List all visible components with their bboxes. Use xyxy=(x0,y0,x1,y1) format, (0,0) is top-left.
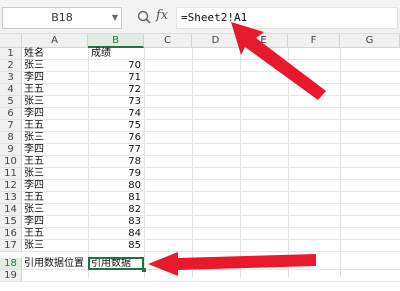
row-header[interactable]: 10 xyxy=(0,156,22,168)
gridline xyxy=(22,143,400,144)
cell-b6[interactable]: 74 xyxy=(89,108,141,120)
row-header[interactable]: 9 xyxy=(0,144,22,156)
cell-b15[interactable]: 83 xyxy=(89,216,141,228)
gridline xyxy=(22,203,400,204)
cell-b4[interactable]: 72 xyxy=(89,84,141,96)
col-header-a[interactable]: A xyxy=(22,34,88,48)
cell-a2[interactable]: 张三 xyxy=(24,60,44,72)
gridline xyxy=(22,83,400,84)
row-header[interactable]: 17 xyxy=(0,240,22,252)
row-header[interactable]: 6 xyxy=(0,108,22,120)
cell-b12[interactable]: 80 xyxy=(89,180,141,192)
gridline xyxy=(22,227,400,228)
row-header[interactable]: 7 xyxy=(0,120,22,132)
gridline xyxy=(22,215,400,216)
row-header[interactable]: 8 xyxy=(0,132,22,144)
cell-a15[interactable]: 李四 xyxy=(24,216,44,228)
arrow-to-active-cell-icon xyxy=(148,252,316,276)
name-box-value: B18 xyxy=(51,11,73,24)
cell-b3[interactable]: 71 xyxy=(89,72,141,84)
gridline xyxy=(22,239,400,240)
select-all-corner[interactable] xyxy=(0,34,22,48)
gridline xyxy=(22,281,400,282)
cell-b9[interactable]: 77 xyxy=(89,144,141,156)
cell-b5[interactable]: 73 xyxy=(89,96,141,108)
row-header[interactable]: 18 xyxy=(0,258,22,270)
gridline xyxy=(22,251,400,252)
cell-b7[interactable]: 75 xyxy=(89,120,141,132)
row-header[interactable]: 14 xyxy=(0,204,22,216)
cell-a9[interactable]: 李四 xyxy=(24,144,44,156)
fx-icon[interactable]: fx xyxy=(156,8,168,23)
cell-a12[interactable]: 李四 xyxy=(24,180,44,192)
formula-toolbar: B18 ▼ fx =Sheet2!A1 xyxy=(0,0,400,34)
chevron-down-icon[interactable]: ▼ xyxy=(112,8,118,28)
cell-a4[interactable]: 王五 xyxy=(24,84,44,96)
col-header-b[interactable]: B xyxy=(88,34,144,48)
row-header[interactable]: 5 xyxy=(0,96,22,108)
cell-a7[interactable]: 王五 xyxy=(24,120,44,132)
col-header-f[interactable]: F xyxy=(288,34,340,48)
row-header[interactable]: 2 xyxy=(0,60,22,72)
cell-a17[interactable]: 张三 xyxy=(24,240,44,252)
gridline xyxy=(22,95,400,96)
row-header[interactable]: 19 xyxy=(0,270,22,282)
cell-a5[interactable]: 张三 xyxy=(24,96,44,108)
row-header[interactable]: 12 xyxy=(0,180,22,192)
cell-a14[interactable]: 张三 xyxy=(24,204,44,216)
col-header-c[interactable]: C xyxy=(144,34,192,48)
cell-b14[interactable]: 82 xyxy=(89,204,141,216)
name-box[interactable]: B18 ▼ xyxy=(2,7,122,29)
cell-a13[interactable]: 王五 xyxy=(24,192,44,204)
gridline xyxy=(22,59,400,60)
cell-b13[interactable]: 81 xyxy=(89,192,141,204)
cell-b16[interactable]: 84 xyxy=(89,228,141,240)
cell-a18[interactable]: 引用数据位置 xyxy=(24,258,84,270)
gridline xyxy=(22,179,400,180)
gridline xyxy=(22,155,400,156)
gridline xyxy=(22,131,400,132)
cell-b2[interactable]: 70 xyxy=(89,60,141,72)
cell-b17[interactable]: 85 xyxy=(89,240,141,252)
cell-a1[interactable]: 姓名 xyxy=(24,48,44,60)
gridline xyxy=(22,191,400,192)
row-header[interactable]: 16 xyxy=(0,228,22,240)
row-header[interactable]: 15 xyxy=(0,216,22,228)
row-header[interactable]: 3 xyxy=(0,72,22,84)
cell-a8[interactable]: 张三 xyxy=(24,132,44,144)
col-header-g[interactable]: G xyxy=(340,34,400,48)
cell-b8[interactable]: 76 xyxy=(89,132,141,144)
cell-b10[interactable]: 78 xyxy=(89,156,141,168)
gridline xyxy=(22,167,400,168)
row-header[interactable]: 4 xyxy=(0,84,22,96)
col-header-d[interactable]: D xyxy=(192,34,240,48)
cell-a3[interactable]: 李四 xyxy=(24,72,44,84)
gridline xyxy=(22,107,400,108)
gridline xyxy=(22,119,400,120)
cell-a16[interactable]: 王五 xyxy=(24,228,44,240)
gridline xyxy=(22,71,400,72)
cell-b1[interactable]: 成绩 xyxy=(91,48,111,60)
zoom-icon[interactable] xyxy=(136,7,152,27)
cell-b11[interactable]: 79 xyxy=(89,168,141,180)
cell-a10[interactable]: 王五 xyxy=(24,156,44,168)
row-header[interactable]: 11 xyxy=(0,168,22,180)
col-header-e[interactable]: E xyxy=(240,34,288,48)
cell-a6[interactable]: 李四 xyxy=(24,108,44,120)
row-header[interactable]: 1 xyxy=(0,48,22,60)
row-header[interactable]: 13 xyxy=(0,192,22,204)
formula-input[interactable]: =Sheet2!A1 xyxy=(176,7,398,29)
active-cell-border[interactable] xyxy=(88,257,146,272)
cell-a11[interactable]: 张三 xyxy=(24,168,44,180)
